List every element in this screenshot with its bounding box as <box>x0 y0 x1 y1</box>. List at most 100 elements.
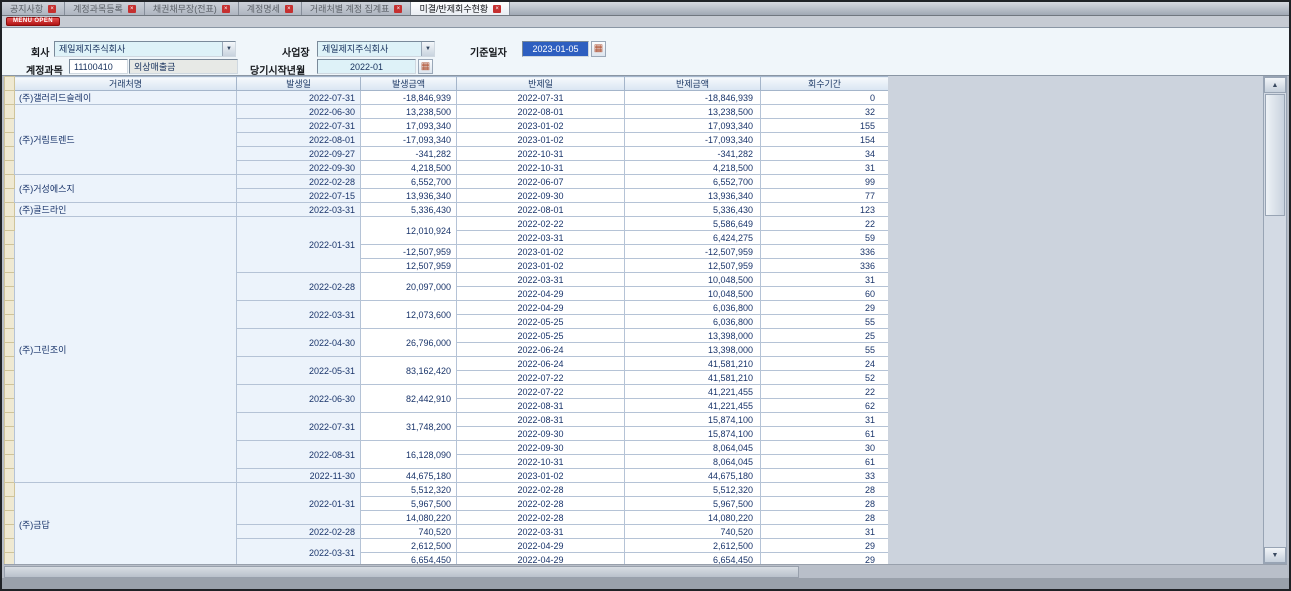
base-date-input[interactable]: 2023-01-05 <box>522 41 589 57</box>
period-cell[interactable]: 25 <box>761 329 889 343</box>
tab-close-icon[interactable]: × <box>222 5 230 13</box>
period-cell[interactable]: 28 <box>761 483 889 497</box>
row-header-cell[interactable] <box>5 525 15 539</box>
settle-date-cell[interactable]: 2022-07-22 <box>457 385 625 399</box>
settle-amount-cell[interactable]: 41,221,455 <box>625 399 761 413</box>
settle-amount-cell[interactable]: 44,675,180 <box>625 469 761 483</box>
settle-amount-cell[interactable]: 6,552,700 <box>625 175 761 189</box>
period-cell[interactable]: 155 <box>761 119 889 133</box>
settle-date-cell[interactable]: 2022-06-24 <box>457 357 625 371</box>
settle-amount-cell[interactable]: 10,048,500 <box>625 287 761 301</box>
settle-date-cell[interactable]: 2023-01-02 <box>457 245 625 259</box>
row-header-cell[interactable] <box>5 231 15 245</box>
company-select[interactable]: 제일제지주식회사 ▼ <box>54 41 236 57</box>
occur-amount-cell[interactable]: -17,093,340 <box>361 133 457 147</box>
tab[interactable]: 계정과목등록× <box>65 2 145 15</box>
occur-date-cell[interactable]: 2022-01-31 <box>237 483 361 525</box>
settle-amount-cell[interactable]: 13,398,000 <box>625 329 761 343</box>
occur-amount-cell[interactable]: 26,796,000 <box>361 329 457 357</box>
period-cell[interactable]: 52 <box>761 371 889 385</box>
customer-cell[interactable]: (주)갤러리드슬레이 <box>15 91 237 105</box>
occur-date-cell[interactable]: 2022-03-31 <box>237 539 361 565</box>
occur-date-cell[interactable]: 2022-04-30 <box>237 329 361 357</box>
customer-cell[interactable]: (주)그린조이 <box>15 217 237 483</box>
occur-date-cell[interactable]: 2022-08-01 <box>237 133 361 147</box>
settle-amount-cell[interactable]: -341,282 <box>625 147 761 161</box>
settle-amount-cell[interactable]: 6,424,275 <box>625 231 761 245</box>
dropdown-arrow-icon[interactable]: ▼ <box>222 42 235 56</box>
tab[interactable]: 공지사항× <box>2 2 65 15</box>
base-date-calendar-button[interactable]: ▦ <box>591 41 606 57</box>
occur-date-cell[interactable]: 2022-11-30 <box>237 469 361 483</box>
settle-date-cell[interactable]: 2022-05-25 <box>457 329 625 343</box>
period-cell[interactable]: 55 <box>761 315 889 329</box>
occur-date-cell[interactable]: 2022-03-31 <box>237 203 361 217</box>
row-header-cell[interactable] <box>5 455 15 469</box>
occur-date-cell[interactable]: 2022-02-28 <box>237 525 361 539</box>
column-header[interactable]: 반제일 <box>457 77 625 91</box>
occur-date-cell[interactable]: 2022-09-27 <box>237 147 361 161</box>
occur-amount-cell[interactable]: 6,552,700 <box>361 175 457 189</box>
settle-amount-cell[interactable]: -12,507,959 <box>625 245 761 259</box>
occur-amount-cell[interactable]: 14,080,220 <box>361 511 457 525</box>
settle-amount-cell[interactable]: 4,218,500 <box>625 161 761 175</box>
settle-date-cell[interactable]: 2022-03-31 <box>457 231 625 245</box>
row-header-cell[interactable] <box>5 385 15 399</box>
settle-date-cell[interactable]: 2022-07-31 <box>457 91 625 105</box>
occur-amount-cell[interactable]: 12,010,924 <box>361 217 457 245</box>
occur-amount-cell[interactable]: 740,520 <box>361 525 457 539</box>
period-cell[interactable]: 31 <box>761 273 889 287</box>
occur-amount-cell[interactable]: 5,512,320 <box>361 483 457 497</box>
row-header-cell[interactable] <box>5 483 15 497</box>
occur-amount-cell[interactable]: 13,936,340 <box>361 189 457 203</box>
period-cell[interactable]: 34 <box>761 147 889 161</box>
period-cell[interactable]: 31 <box>761 161 889 175</box>
row-header-cell[interactable] <box>5 553 15 565</box>
occur-date-cell[interactable]: 2022-03-31 <box>237 301 361 329</box>
period-cell[interactable]: 30 <box>761 441 889 455</box>
row-header-cell[interactable] <box>5 301 15 315</box>
row-header-cell[interactable] <box>5 497 15 511</box>
row-header-cell[interactable] <box>5 203 15 217</box>
row-header-cell[interactable] <box>5 91 15 105</box>
site-select[interactable]: 제일제지주식회사 ▼ <box>317 41 435 57</box>
settle-date-cell[interactable]: 2023-01-02 <box>457 259 625 273</box>
settle-date-cell[interactable]: 2022-09-30 <box>457 427 625 441</box>
settle-date-cell[interactable]: 2022-02-28 <box>457 511 625 525</box>
row-header-cell[interactable] <box>5 413 15 427</box>
row-header-cell[interactable] <box>5 441 15 455</box>
settle-date-cell[interactable]: 2022-09-30 <box>457 441 625 455</box>
settle-amount-cell[interactable]: 41,221,455 <box>625 385 761 399</box>
occur-amount-cell[interactable]: 6,654,450 <box>361 553 457 565</box>
customer-cell[interactable]: (주)금답 <box>15 483 237 565</box>
settle-amount-cell[interactable]: -18,846,939 <box>625 91 761 105</box>
settle-amount-cell[interactable]: 6,036,800 <box>625 301 761 315</box>
customer-cell[interactable]: (주)거림트렌드 <box>15 105 237 175</box>
occur-amount-cell[interactable]: 44,675,180 <box>361 469 457 483</box>
settle-date-cell[interactable]: 2022-10-31 <box>457 147 625 161</box>
row-header-cell[interactable] <box>5 511 15 525</box>
settle-date-cell[interactable]: 2022-08-01 <box>457 105 625 119</box>
settle-amount-cell[interactable]: 8,064,045 <box>625 455 761 469</box>
settle-date-cell[interactable]: 2022-08-31 <box>457 399 625 413</box>
settle-amount-cell[interactable]: 5,336,430 <box>625 203 761 217</box>
settle-date-cell[interactable]: 2022-03-31 <box>457 525 625 539</box>
period-cell[interactable]: 0 <box>761 91 889 105</box>
occur-date-cell[interactable]: 2022-07-15 <box>237 189 361 203</box>
scroll-up-button[interactable]: ▲ <box>1264 77 1286 93</box>
occur-amount-cell[interactable]: 16,128,090 <box>361 441 457 469</box>
customer-cell[interactable]: (주)거성에스지 <box>15 175 237 203</box>
tab-close-icon[interactable]: × <box>285 5 293 13</box>
period-cell[interactable]: 29 <box>761 539 889 553</box>
row-header-cell[interactable] <box>5 105 15 119</box>
period-cell[interactable]: 28 <box>761 497 889 511</box>
settle-amount-cell[interactable]: 15,874,100 <box>625 427 761 441</box>
column-header[interactable]: 회수기간 <box>761 77 889 91</box>
settle-date-cell[interactable]: 2022-02-22 <box>457 217 625 231</box>
tab-close-icon[interactable]: × <box>394 5 402 13</box>
settle-date-cell[interactable]: 2022-04-29 <box>457 553 625 565</box>
tab[interactable]: 계정명세× <box>239 2 302 15</box>
row-header-cell[interactable] <box>5 119 15 133</box>
row-header-cell[interactable] <box>5 189 15 203</box>
period-cell[interactable]: 31 <box>761 525 889 539</box>
